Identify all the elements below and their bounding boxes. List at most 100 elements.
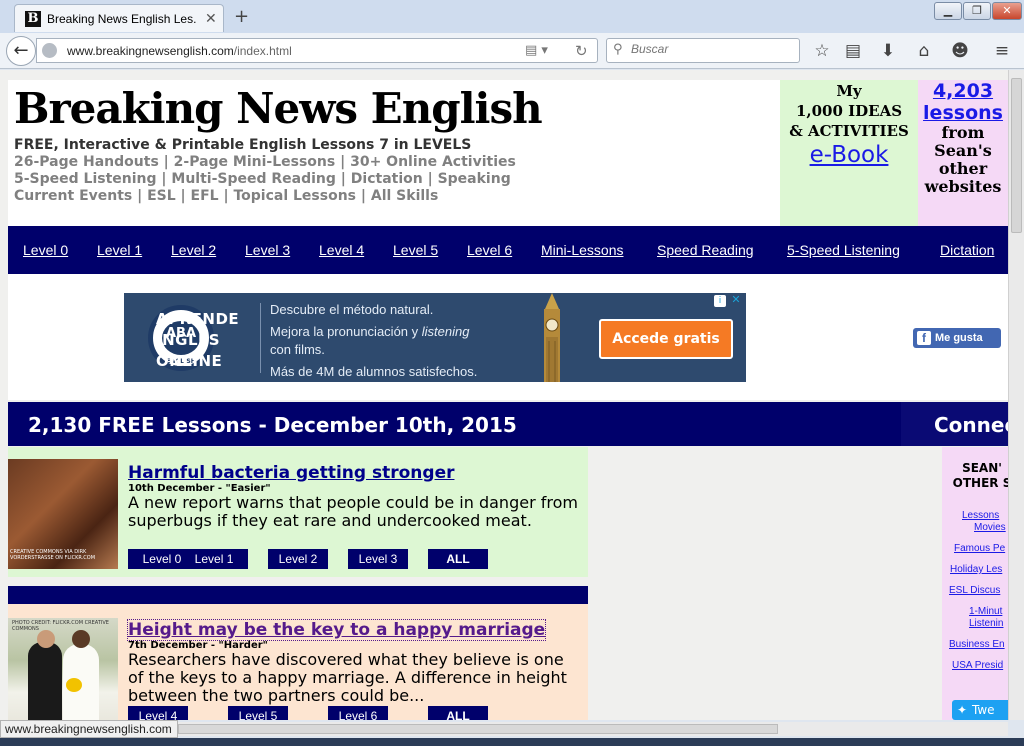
sidebar-link-business[interactable]: Business En — [949, 639, 1005, 650]
sidebar-link-movies[interactable]: Movies — [974, 522, 1006, 533]
ad-info-icon[interactable]: i — [714, 295, 726, 307]
tab-title: Breaking News English Les... — [47, 11, 197, 26]
chat-icon[interactable]: ☻ — [950, 41, 970, 61]
new-tab-icon[interactable]: + — [234, 6, 249, 27]
home-icon[interactable]: ⌂ — [914, 41, 934, 61]
search-input[interactable] — [631, 42, 791, 56]
other-sites-sidebar: SEAN' OTHER S Lessons Movies Famous Pe H… — [942, 447, 1008, 720]
nav-level-3[interactable]: Level 3 — [245, 242, 290, 258]
level-2-button[interactable]: Level 2 — [268, 549, 328, 569]
vertical-scroll-thumb[interactable] — [1011, 78, 1022, 233]
horizontal-scrollbar[interactable] — [178, 722, 1008, 736]
sidebar-link-esl-discussions[interactable]: ESL Discus — [949, 585, 1000, 596]
nav-level-5[interactable]: Level 5 — [393, 242, 438, 258]
sidebar-link-lessons[interactable]: Lessons — [962, 510, 999, 521]
ebook-line-3: & ACTIVITIES — [789, 122, 909, 140]
sidebar-link-listening[interactable]: Listenin — [969, 618, 1003, 629]
level-5-button[interactable]: Level 5 — [228, 706, 288, 720]
level-1-button[interactable]: Level 1 — [195, 552, 234, 566]
head-shape — [37, 630, 55, 648]
lessons-other: other — [938, 159, 988, 178]
lesson-title-link[interactable]: Height may be the key to a happy marriag… — [126, 619, 547, 641]
big-ben-image — [544, 293, 560, 382]
os-taskbar — [0, 738, 1024, 746]
lesson-thumbnail[interactable]: CREATIVE COMMONS VIA DIRK VORDERSTRASSE … — [8, 459, 118, 569]
level-4-button[interactable]: Level 4 — [128, 706, 188, 720]
all-levels-button[interactable]: ALL — [428, 706, 488, 720]
window-restore-button[interactable]: ❐ — [963, 2, 991, 20]
lesson-thumbnail[interactable]: PHOTO CREDIT: FLICKR.COM CREATIVE COMMON… — [8, 618, 118, 720]
site-tagline: FREE, Interactive & Printable English Le… — [14, 137, 472, 153]
nav-dictation[interactable]: Dictation — [940, 242, 994, 258]
connect-heading: Connect — [934, 413, 1008, 437]
lesson-title-link[interactable]: Harmful bacteria getting stronger — [128, 463, 454, 483]
window-close-button[interactable]: ✕ — [992, 2, 1022, 20]
header-features-line-2: 5-Speed Listening | Multi-Speed Reading … — [14, 171, 511, 187]
reader-view-icon[interactable]: ▤ ▾ — [525, 43, 548, 58]
ad-body-line-1: Descubre el método natural. — [270, 302, 434, 317]
thumbnail-credit: PHOTO CREDIT: FLICKR.COM CREATIVE COMMON… — [12, 620, 109, 632]
sidebar-link-1-minute[interactable]: 1-Minut — [969, 606, 1002, 617]
ebook-link[interactable]: e-Book — [780, 142, 918, 168]
browser-tab[interactable]: B Breaking News English Les... ✕ — [14, 4, 224, 32]
header-features-line-3: Current Events | ESL | EFL | Topical Les… — [14, 188, 439, 204]
ad-divider — [260, 303, 261, 373]
ad-headline: APRENDE INGLÉS ONLINE — [156, 309, 251, 372]
level-6-button[interactable]: Level 6 — [328, 706, 388, 720]
sidebar-link-famous[interactable]: Famous Pe — [954, 543, 1005, 554]
lessons-count-link[interactable]: 4,203 — [918, 80, 1008, 102]
bookmarks-list-icon[interactable]: ▤ — [843, 41, 863, 61]
reload-icon[interactable]: ↻ — [575, 42, 588, 60]
twitter-bird-icon: ✦ — [957, 703, 968, 717]
lessons-link[interactable]: lessons — [918, 102, 1008, 124]
tweet-button[interactable]: ✦ Twe — [952, 700, 1008, 720]
ad-close-icon[interactable]: ✕ — [730, 294, 742, 306]
horizontal-scroll-thumb[interactable] — [178, 724, 778, 734]
nav-level-4[interactable]: Level 4 — [319, 242, 364, 258]
level-3-button[interactable]: Level 3 — [348, 549, 408, 569]
site-title[interactable]: Breaking News English — [14, 84, 543, 133]
vertical-scrollbar[interactable] — [1008, 70, 1024, 720]
lessons-from: from — [941, 123, 985, 142]
ebook-promo: My 1,000 IDEAS & ACTIVITIES e-Book — [780, 80, 918, 226]
sidebar-link-holiday[interactable]: Holiday Les — [950, 564, 1002, 575]
date-bar: 2,130 FREE Lessons - December 10th, 2015… — [8, 402, 1008, 446]
level-0-button[interactable]: Level 0 — [143, 552, 182, 566]
hamburger-menu-icon[interactable]: ≡ — [992, 41, 1012, 61]
nav-level-2[interactable]: Level 2 — [171, 242, 216, 258]
lessons-websites: websites — [924, 177, 1002, 196]
download-icon[interactable]: ⬇ — [878, 41, 898, 61]
back-button[interactable]: ← — [6, 36, 36, 66]
url-path: /index.html — [233, 44, 292, 58]
url-domain: www.breakingnewsenglish.com — [67, 44, 234, 58]
url-text[interactable]: www.breakingnewsenglish.com/index.html — [67, 44, 292, 58]
facebook-like-label: Me gusta — [935, 332, 983, 344]
facebook-like-button[interactable]: f Me gusta — [913, 328, 1001, 348]
search-icon: ⚲ — [613, 42, 623, 57]
sidebar-heading: SEAN' OTHER S — [952, 461, 1008, 490]
nav-speed-reading[interactable]: Speed Reading — [657, 242, 754, 258]
ad-cta-button[interactable]: Accede gratis — [599, 319, 733, 359]
web-page: Breaking News English FREE, Interactive … — [0, 70, 1008, 720]
nav-mini-lessons[interactable]: Mini-Lessons — [541, 242, 623, 258]
nav-level-6[interactable]: Level 6 — [467, 242, 512, 258]
ad-headline-line-2: INGLÉS — [156, 331, 221, 349]
window-minimize-button[interactable]: ▁ — [934, 2, 962, 20]
nav-level-0[interactable]: Level 0 — [23, 242, 68, 258]
groom-shape — [28, 642, 62, 720]
ad-headline-line-1: APRENDE — [156, 310, 240, 328]
nav-level-1[interactable]: Level 1 — [97, 242, 142, 258]
url-bar[interactable]: www.breakingnewsenglish.com/index.html ▤… — [36, 38, 598, 63]
advertisement-banner[interactable]: ABA ENGLISH APRENDE INGLÉS ONLINE Descub… — [124, 293, 746, 382]
sidebar-link-usa-presidents[interactable]: USA Presid — [952, 660, 1003, 671]
lesson-description: A new report warns that people could be … — [128, 493, 578, 530]
nav-5-speed-listening[interactable]: 5-Speed Listening — [787, 242, 900, 258]
all-levels-button[interactable]: ALL — [428, 549, 488, 569]
status-bar-url: www.breakingnewsenglish.com — [0, 720, 178, 738]
tab-close-icon[interactable]: ✕ — [205, 11, 217, 27]
bookmark-star-icon[interactable]: ☆ — [812, 41, 832, 61]
search-bar[interactable]: ⚲ — [606, 38, 800, 63]
lesson-separator — [8, 586, 588, 604]
ad-body-line-3: con films. — [270, 342, 325, 357]
ebook-line-2: 1,000 IDEAS — [795, 102, 903, 120]
